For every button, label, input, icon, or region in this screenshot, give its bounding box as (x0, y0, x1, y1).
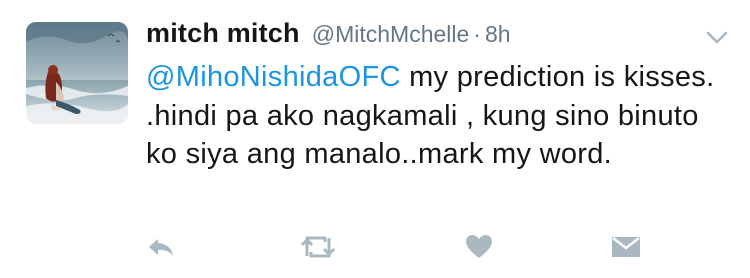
action-bar (0, 232, 750, 264)
envelope-icon (610, 235, 642, 259)
dm-button[interactable] (609, 232, 643, 262)
tweet[interactable]: mitch mitch @MitchMchelle · 8h @MihoNish… (0, 0, 750, 278)
heart-icon (465, 234, 493, 260)
like-button[interactable] (463, 232, 495, 262)
reply-icon (146, 235, 176, 259)
chevron-down-icon[interactable] (705, 30, 729, 46)
tweet-text: @MihoNishidaOFC my prediction is kisses.… (146, 58, 726, 174)
timestamp[interactable]: 8h (485, 21, 511, 48)
mention-link[interactable]: @MihoNishidaOFC (146, 61, 401, 93)
display-name[interactable]: mitch mitch (146, 18, 300, 49)
retweet-button[interactable] (297, 232, 339, 262)
handle[interactable]: @MitchMchelle (312, 21, 470, 48)
separator-dot: · (473, 21, 481, 47)
tweet-header: mitch mitch @MitchMchelle · 8h (146, 18, 511, 54)
retweet-icon (298, 234, 338, 260)
reply-button[interactable] (145, 232, 177, 262)
avatar-image (26, 22, 128, 124)
avatar[interactable] (26, 22, 128, 124)
